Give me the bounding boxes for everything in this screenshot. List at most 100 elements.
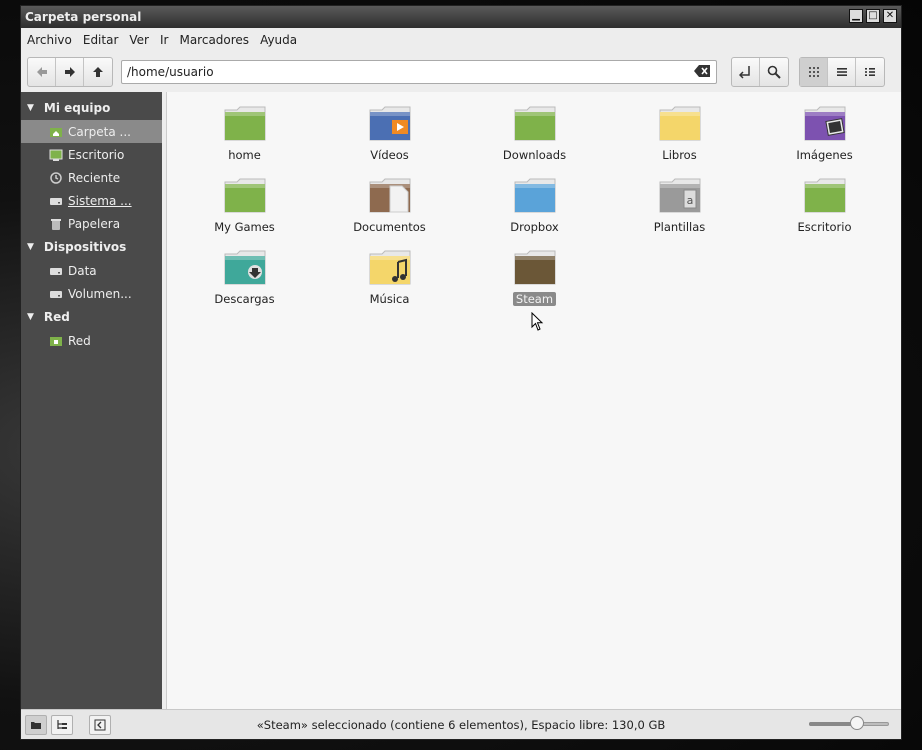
menu-ir[interactable]: Ir — [160, 33, 168, 47]
close-button[interactable]: ✕ — [883, 9, 897, 23]
hide-sidebar-button[interactable] — [89, 714, 111, 735]
templates-folder-icon: a — [658, 176, 702, 217]
status-bar: «Steam» seleccionado (contiene 6 element… — [21, 709, 901, 739]
pictures-folder-icon — [803, 104, 847, 145]
sidebar-item-red[interactable]: Red — [21, 329, 162, 352]
file-item[interactable]: a Plantillas — [607, 176, 752, 248]
sidebar-section-dispositivos[interactable]: ▼ Dispositivos — [21, 235, 162, 259]
show-places-button[interactable] — [25, 714, 47, 735]
icon-view-button[interactable] — [800, 58, 828, 86]
list-view-button[interactable] — [828, 58, 856, 86]
folder-icon — [513, 104, 557, 145]
file-grid: home Vídeos Downloads Libros Imágenes My… — [167, 104, 897, 320]
file-item[interactable]: Libros — [607, 104, 752, 176]
file-item[interactable]: Vídeos — [317, 104, 462, 176]
music-folder-icon — [368, 248, 412, 289]
sidebar-item-sistema[interactable]: Sistema ... — [21, 189, 162, 212]
sidebar-item-escritorio[interactable]: Escritorio — [21, 143, 162, 166]
file-item[interactable]: Escritorio — [752, 176, 897, 248]
file-label: Dropbox — [510, 220, 559, 234]
drive-icon — [49, 194, 63, 208]
file-item[interactable]: My Games — [172, 176, 317, 248]
sidebar-section-mi-equipo[interactable]: ▼ Mi equipo — [21, 96, 162, 120]
toggle-location-button[interactable] — [732, 58, 760, 86]
zoom-knob[interactable] — [850, 716, 864, 730]
close-icon: ✕ — [885, 10, 895, 21]
back-button[interactable] — [28, 58, 56, 86]
downloads-folder-icon — [223, 248, 267, 289]
menu-marcadores[interactable]: Marcadores — [179, 33, 249, 47]
sidebar-item-volumen[interactable]: Volumen... — [21, 282, 162, 305]
file-item[interactable]: Música — [317, 248, 462, 320]
menu-archivo[interactable]: Archivo — [27, 33, 72, 47]
file-view[interactable]: home Vídeos Downloads Libros Imágenes My… — [166, 92, 901, 709]
up-button[interactable] — [84, 58, 112, 86]
file-item[interactable]: Steam — [462, 248, 607, 320]
toolbar: /home/usuario — [21, 52, 901, 92]
file-label: Plantillas — [653, 220, 706, 234]
maximize-icon: □ — [868, 10, 878, 21]
drive-icon — [49, 264, 63, 278]
file-label: Libros — [662, 148, 697, 162]
search-button[interactable] — [760, 58, 788, 86]
mouse-pointer-icon — [531, 312, 544, 331]
drive-icon — [49, 287, 63, 301]
file-item[interactable]: Imágenes — [752, 104, 897, 176]
search-icon — [767, 65, 781, 79]
backspace-icon — [694, 65, 710, 77]
clear-location-button[interactable] — [694, 65, 710, 80]
folder-icon — [803, 176, 847, 217]
compact-view-button[interactable] — [856, 58, 884, 86]
file-item[interactable]: Downloads — [462, 104, 607, 176]
home-folder-icon — [49, 125, 63, 139]
file-label: home — [228, 148, 261, 162]
arrow-up-icon — [93, 67, 103, 77]
file-item[interactable]: home — [172, 104, 317, 176]
location-text: /home/usuario — [127, 65, 214, 79]
forward-button[interactable] — [56, 58, 84, 86]
sidebar-section-red[interactable]: ▼ Red — [21, 305, 162, 329]
file-label: Imágenes — [796, 148, 853, 162]
expander-down-icon: ▼ — [27, 103, 34, 113]
menu-editar[interactable]: Editar — [83, 33, 119, 47]
network-icon — [49, 334, 63, 348]
folder-icon — [513, 176, 557, 217]
maximize-button[interactable]: □ — [866, 9, 880, 23]
show-tree-button[interactable] — [51, 714, 73, 735]
tree-view-icon — [57, 719, 67, 729]
sidebar-item-data[interactable]: Data — [21, 259, 162, 282]
list-view-icon — [836, 68, 847, 76]
file-manager-window: Carpeta personal ▁ □ ✕ Archivo Editar Ve… — [20, 5, 902, 740]
folder-icon — [223, 176, 267, 217]
sidebar-item-reciente[interactable]: Reciente — [21, 166, 162, 189]
video-folder-icon — [368, 104, 412, 145]
grid-view-icon — [808, 67, 819, 77]
title-bar[interactable]: Carpeta personal ▁ □ ✕ — [21, 6, 901, 28]
sidebar-item-carpeta-personal[interactable]: Carpeta ... — [21, 120, 162, 143]
file-label: Descargas — [214, 292, 275, 306]
menu-ayuda[interactable]: Ayuda — [260, 33, 297, 47]
menu-bar: Archivo Editar Ver Ir Marcadores Ayuda — [21, 28, 901, 52]
file-item[interactable]: Documentos — [317, 176, 462, 248]
minimize-button[interactable]: ▁ — [849, 9, 863, 23]
file-item[interactable]: Descargas — [172, 248, 317, 320]
sidebar-item-papelera[interactable]: Papelera — [21, 212, 162, 235]
file-label: Steam — [512, 292, 557, 306]
sidebar-toggle-icon — [94, 719, 106, 730]
folder-icon — [513, 248, 557, 289]
file-label: My Games — [214, 220, 275, 234]
file-label: Downloads — [502, 148, 567, 162]
file-item[interactable]: Dropbox — [462, 176, 607, 248]
expander-down-icon: ▼ — [27, 312, 34, 322]
documents-folder-icon — [368, 176, 412, 217]
minimize-icon: ▁ — [852, 10, 860, 21]
location-bar[interactable]: /home/usuario — [121, 60, 717, 84]
folder-icon — [31, 721, 41, 729]
menu-ver[interactable]: Ver — [129, 33, 149, 47]
window-title: Carpeta personal — [25, 10, 142, 24]
desktop-icon — [49, 148, 63, 162]
recent-icon — [49, 171, 63, 185]
zoom-slider[interactable] — [809, 716, 889, 730]
file-label: Documentos — [353, 220, 426, 234]
arrow-right-icon — [64, 67, 75, 77]
